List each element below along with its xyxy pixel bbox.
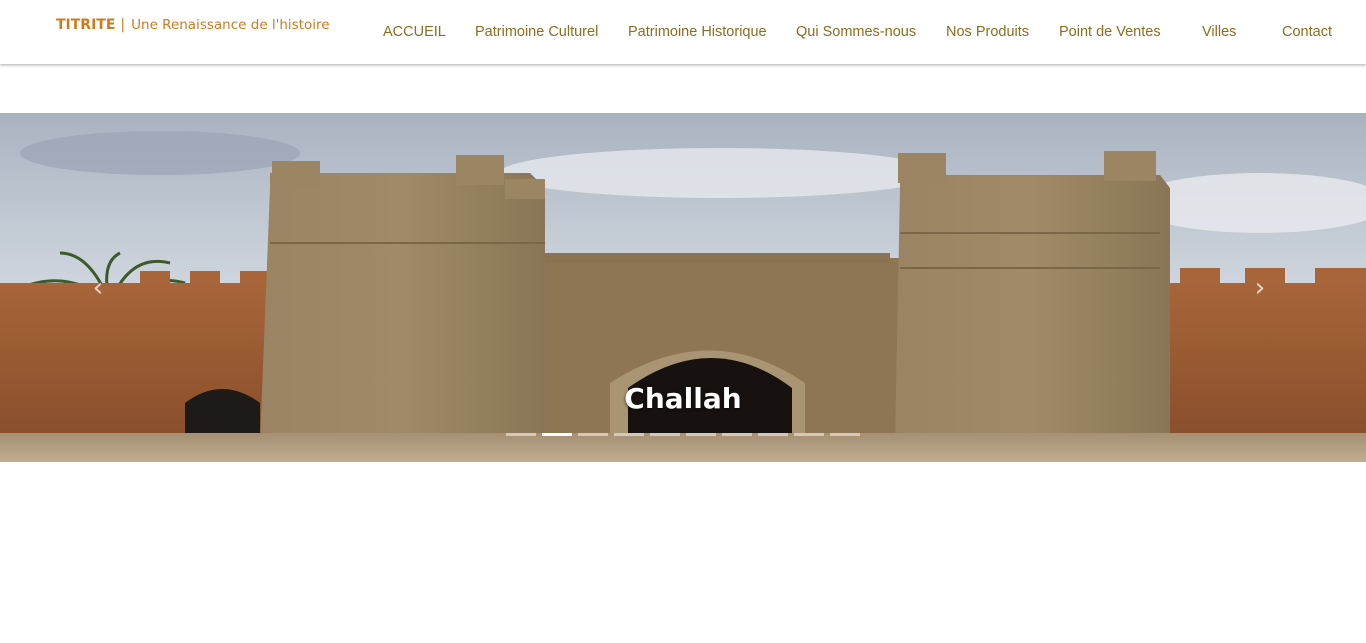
- carousel-indicator[interactable]: [506, 433, 536, 436]
- carousel-indicator[interactable]: [614, 433, 644, 436]
- brand-separator: |: [120, 17, 126, 33]
- brand-name: TITRITE: [56, 17, 116, 33]
- nav-link-point-de-ventes[interactable]: Point de Ventes: [1059, 24, 1161, 40]
- top-navbar: TITRITE | Une Renaissance de l'histoire AC…: [0, 0, 1366, 64]
- carousel-prev-icon[interactable]: ‹: [78, 273, 118, 303]
- nav-link-qui-sommes-nous[interactable]: Qui Sommes-nous: [796, 24, 916, 40]
- carousel-indicator[interactable]: [830, 433, 860, 436]
- nav-link-contact[interactable]: Contact: [1282, 24, 1332, 40]
- carousel-indicator[interactable]: [758, 433, 788, 436]
- carousel-indicator[interactable]: [650, 433, 680, 436]
- nav-link-nos-produits[interactable]: Nos Produits: [946, 24, 1029, 40]
- slide-caption: Challah: [624, 382, 742, 415]
- nav-link-villes[interactable]: Villes: [1202, 24, 1236, 40]
- carousel-indicator[interactable]: [578, 433, 608, 436]
- nav-link-patrimoine-culturel[interactable]: Patrimoine Culturel: [475, 24, 598, 40]
- nav-link-patrimoine-historique[interactable]: Patrimoine Historique: [628, 24, 767, 40]
- brand[interactable]: TITRITE | Une Renaissance de l'histoire: [56, 17, 330, 33]
- nav-link-accueil[interactable]: ACCUEIL: [383, 24, 446, 40]
- carousel-indicator[interactable]: [542, 433, 572, 436]
- carousel-indicator[interactable]: [686, 433, 716, 436]
- carousel-indicator[interactable]: [794, 433, 824, 436]
- carousel-next-icon[interactable]: ›: [1240, 273, 1280, 303]
- carousel-indicator[interactable]: [722, 433, 752, 436]
- brand-tagline: Une Renaissance de l'histoire: [131, 17, 330, 33]
- carousel-indicators: [506, 433, 860, 436]
- hero-carousel: ‹ › Challah: [0, 113, 1366, 462]
